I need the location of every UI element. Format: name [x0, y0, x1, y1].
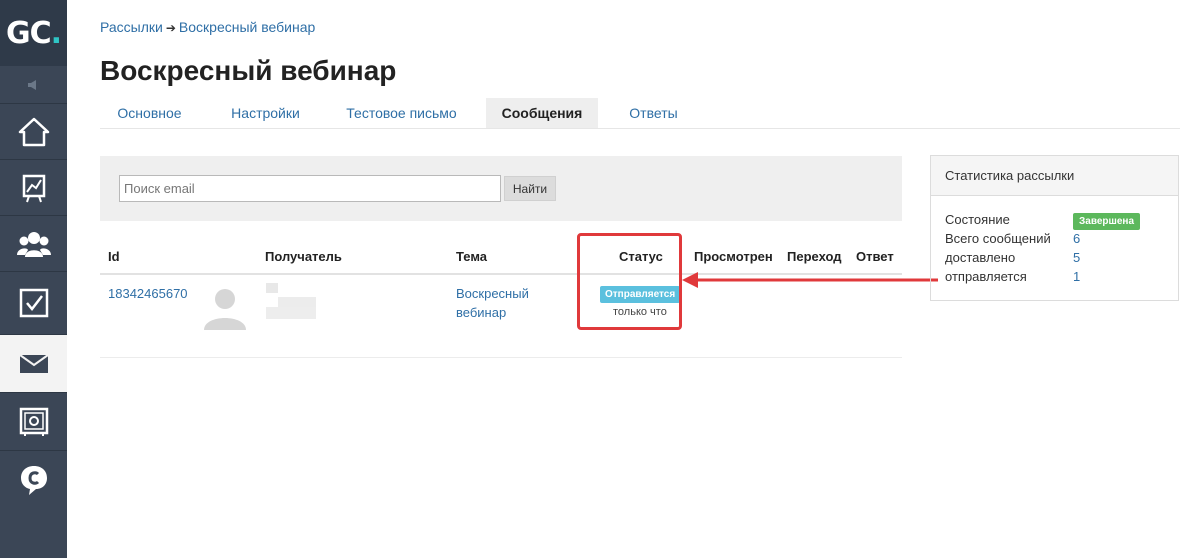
column-header-recipient[interactable]: Получатель: [265, 249, 342, 264]
stats-panel: Статистика рассылки Состояние Завершена …: [930, 155, 1179, 301]
tab-messages[interactable]: Сообщения: [486, 98, 598, 128]
sidebar-item-chat[interactable]: [0, 450, 67, 508]
breadcrumb-parent-link[interactable]: Рассылки: [100, 19, 163, 35]
stats-sending-label: отправляется: [945, 269, 1027, 284]
users-icon: [16, 231, 51, 257]
stats-total-label: Всего сообщений: [945, 231, 1051, 246]
sidebar-item-reports[interactable]: [0, 159, 67, 215]
recipient-blurred: [266, 283, 318, 323]
logo-text: GC.: [5, 15, 62, 51]
logo[interactable]: GC.: [0, 0, 67, 66]
column-header-viewed[interactable]: Просмотрен: [694, 249, 773, 264]
search-panel: Найти: [100, 156, 902, 221]
chart-icon: [22, 174, 45, 202]
message-id-link[interactable]: 18342465670: [108, 286, 188, 301]
tab-settings[interactable]: Настройки: [216, 98, 315, 128]
breadcrumb-separator: ➔: [165, 21, 176, 35]
tab-bar: Основное Настройки Тестовое письмо Сообщ…: [100, 98, 1180, 129]
safe-icon: [19, 407, 48, 436]
stats-delivered-link[interactable]: 5: [1073, 250, 1080, 265]
column-header-theme[interactable]: Тема: [456, 249, 487, 264]
stats-state-badge: Завершена: [1073, 213, 1141, 230]
tab-test-letter[interactable]: Тестовое письмо: [332, 98, 471, 128]
sidebar-item-home[interactable]: [0, 103, 67, 159]
search-email-input[interactable]: [119, 175, 501, 202]
mail-icon: [18, 353, 49, 373]
stats-sending-link[interactable]: 1: [1073, 269, 1080, 284]
message-theme-link[interactable]: Воскресный вебинар: [456, 284, 566, 322]
announcement-icon[interactable]: [0, 67, 67, 103]
tab-replies[interactable]: Ответы: [612, 98, 695, 128]
stats-delivered-label: доставлено: [945, 250, 1016, 265]
chat-icon: [20, 465, 47, 495]
checkbox-icon: [19, 288, 48, 318]
sidebar: GC.: [0, 0, 67, 558]
breadcrumb-current-link[interactable]: Воскресный вебинар: [179, 19, 315, 35]
sidebar-item-sales[interactable]: [0, 392, 67, 450]
breadcrumb: Рассылки ➔ Воскресный вебинар: [100, 19, 315, 35]
home-icon: [18, 117, 49, 146]
sidebar-item-users[interactable]: [0, 215, 67, 271]
stats-title: Статистика рассылки: [931, 156, 1178, 196]
page-title: Воскресный вебинар: [100, 55, 397, 86]
sidebar-item-tasks[interactable]: [0, 271, 67, 334]
stats-state-label: Состояние: [945, 212, 1010, 227]
status-highlight-box: [577, 233, 682, 330]
column-header-id[interactable]: Id: [108, 249, 120, 264]
stats-total-link[interactable]: 6: [1073, 231, 1080, 246]
annotation-arrow: [682, 272, 938, 288]
avatar: [202, 284, 248, 330]
column-header-clicked[interactable]: Переход: [787, 249, 842, 264]
search-button[interactable]: Найти: [504, 176, 556, 201]
column-header-reply[interactable]: Ответ: [856, 249, 894, 264]
tab-main[interactable]: Основное: [100, 98, 199, 128]
sidebar-item-mail[interactable]: [0, 334, 67, 392]
